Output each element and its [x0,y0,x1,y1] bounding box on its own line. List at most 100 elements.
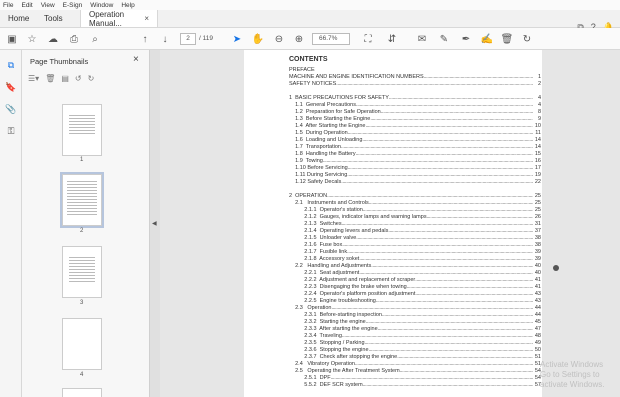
toc-entry[interactable]: 2.2.5 Engine troubleshooting ...........… [289,298,541,305]
options-menu-icon[interactable]: ☰▾ [28,74,39,83]
toc-entry[interactable]: 1.2 Preparation for Safe Operation .....… [289,109,541,116]
bookmark-star-icon[interactable]: ☆ [25,32,39,46]
menu-file[interactable]: File [3,2,13,9]
upload-cloud-icon[interactable]: ☁ [46,32,60,46]
toc-entry[interactable]: 2.3.3 After starting the engine ........… [289,326,541,333]
toc-leader-dots: ........................................… [368,200,533,206]
tab-tools[interactable]: Tools [36,10,80,27]
close-tab-icon[interactable]: × [144,14,149,23]
page-thumbnail-selected[interactable] [60,172,104,228]
menu-edit[interactable]: Edit [21,2,32,9]
tab-document[interactable]: Operation Manual... × [80,10,158,28]
toc-entry[interactable]: 1.5 During Operation ...................… [289,130,541,137]
toc-entry[interactable]: 1.4 After Starting the Engine ..........… [289,123,541,130]
previous-page-icon[interactable]: ↑ [138,32,152,46]
next-page-icon[interactable]: ↓ [158,32,172,46]
toc-entry[interactable]: 1.1 General Precautions ................… [289,102,541,109]
toc-entry[interactable]: 2.5 Operating the After Treatment System… [289,368,541,375]
toc-entry[interactable]: 2.2.4 Operator's platform position adjus… [289,291,541,298]
page-thumbnail[interactable] [62,104,102,156]
toc-entry[interactable]: 2.2.3 Disengaging the brake when towing … [289,284,541,291]
attachments-icon[interactable]: 📎 [4,104,18,118]
toc-entry[interactable]: 2.3.7 Check after stopping the engine ..… [289,354,541,361]
menu-window[interactable]: Window [90,2,113,9]
page-thumbnail[interactable] [62,388,102,397]
page-number-input[interactable]: 2 [180,33,196,45]
insert-page-icon[interactable]: ▤ [61,74,69,83]
undo-rotate-icon[interactable]: ↺ [75,74,82,83]
toc-entry[interactable]: 2.3.2 Starting the engine ..............… [289,319,541,326]
toc-entry[interactable]: PREFACE [289,67,541,74]
toc-entry[interactable]: 1.9 Towing .............................… [289,158,541,165]
toc-entry[interactable]: 2.3.1 Before-starting inspection .......… [289,312,541,319]
toc-entry-page: 39 [534,249,541,255]
delete-page-icon[interactable]: 🗑 [45,74,55,83]
bookmarks-icon[interactable]: 🔖 [4,82,18,96]
toc-entry[interactable]: 1.7 Transportation .....................… [289,144,541,151]
toc-entry[interactable]: 2.1.2 Gauges, indicator lamps and warnin… [289,214,541,221]
fit-page-icon[interactable]: ⛶ [361,32,375,46]
save-icon[interactable]: ▣ [5,32,19,46]
toc-entry[interactable]: 2.3 Operation ..........................… [289,305,541,312]
tags-icon[interactable]: ⚿ [4,126,18,140]
toc-entry[interactable]: 2.1.3 Switches .........................… [289,221,541,228]
page-thumbnails-icon[interactable]: ⧉ [4,60,18,74]
menu-esign[interactable]: E-Sign [63,2,83,9]
find-icon[interactable]: ⌕ [88,32,102,46]
toc-leader-dots: ........................................… [347,165,533,171]
page-thumbnail[interactable] [62,246,102,298]
zoom-out-icon[interactable]: ⊖ [272,32,286,46]
toc-entry[interactable]: 2.3.5 Stopping / Parking ...............… [289,340,541,347]
comment-icon[interactable]: ✉ [415,32,429,46]
print-icon[interactable]: ⎙ [67,32,81,46]
menu-help[interactable]: Help [121,2,134,9]
menu-view[interactable]: View [41,2,55,9]
next-page-arrow-icon[interactable] [553,265,559,271]
toc-entry[interactable]: 2.4 Vibratory Operation ................… [289,361,541,368]
toc-entry[interactable]: 2 OPERATION ............................… [289,193,541,200]
tab-home[interactable]: Home [0,10,36,27]
scroll-mode-icon[interactable]: ⇵ [385,32,399,46]
toc-entry[interactable]: 2.1.7 Fusible link .....................… [289,249,541,256]
toc-entry[interactable]: 2.3.4 Traveling ........................… [289,333,541,340]
hand-tool-icon[interactable]: ✋ [251,32,265,46]
toc-entry-title: 2.4 Vibratory Operation [289,361,355,367]
toc-entry[interactable]: 1 BASIC PRECAUTIONS FOR SAFETY .........… [289,95,541,102]
toc-entry[interactable]: 2.2.1 Seat adjustment ..................… [289,270,541,277]
toc-entry[interactable]: 1.3 Before Starting the Engine .........… [289,116,541,123]
document-viewer: CONTENTS PREFACE MACHINE AND ENGINE IDENT… [160,50,620,397]
toc-entry[interactable]: 1.11 During Servicing ..................… [289,172,541,179]
rotate-icon[interactable]: ↻ [520,32,534,46]
toc-entry-page: 47 [534,326,541,332]
zoom-in-icon[interactable]: ⊕ [292,32,306,46]
toc-entry[interactable]: 1.6 Loading and Unloading ..............… [289,137,541,144]
zoom-level-select[interactable]: 66.7% [312,33,350,45]
toc-entry[interactable]: 2.1.5 Unloader valve ...................… [289,235,541,242]
toc-entry[interactable]: 2.2.2 Adjustment and replacement of scra… [289,277,541,284]
redo-rotate-icon[interactable]: ↻ [88,74,95,83]
toc-entry[interactable]: 2.1.1 Operator's station ...............… [289,207,541,214]
toc-entry[interactable]: 2.1.8 Accessory soket ..................… [289,256,541,263]
toc-entry[interactable]: MACHINE AND ENGINE IDENTIFICATION NUMBER… [289,74,541,81]
fill-sign-icon[interactable]: ✍ [480,32,494,46]
toc-entry-title: MACHINE AND ENGINE IDENTIFICATION NUMBER… [289,74,424,80]
delete-icon[interactable]: 🗑 [500,32,514,46]
toc-entry[interactable]: 2.1 Instruments and Controls ...........… [289,200,541,207]
toc-entry[interactable]: 5.5.2 DEF SCR system ...................… [289,382,541,389]
toc-entry[interactable]: 2.2 Handling and Adjustments ...........… [289,263,541,270]
toc-entry[interactable]: SAFETY NOTICES .........................… [289,81,541,88]
toc-entry[interactable]: 2.1.6 Fuse box .........................… [289,242,541,249]
close-panel-icon[interactable]: × [133,54,139,65]
page-thumbnail[interactable] [62,318,102,370]
toc-entry[interactable]: 2.3.6 Stopping the engine ..............… [289,347,541,354]
toc-leader-dots: ........................................… [426,214,533,220]
highlight-icon[interactable]: ✎ [437,32,451,46]
toc-entry[interactable]: 2.5.1 DPF ..............................… [289,375,541,382]
toc-entry[interactable]: 1.10 Before Servicing ..................… [289,165,541,172]
toc-entry[interactable]: 1.12 Safety Decals .....................… [289,179,541,186]
toc-entry[interactable]: 1.8 Handling the Battery ...............… [289,151,541,158]
toc-entry[interactable]: 2.1.4 Operating levers and pedals ......… [289,228,541,235]
draw-icon[interactable]: ✒ [459,32,473,46]
panel-collapse-handle[interactable]: ◀ [150,50,160,397]
select-cursor-icon[interactable]: ➤ [230,32,244,46]
